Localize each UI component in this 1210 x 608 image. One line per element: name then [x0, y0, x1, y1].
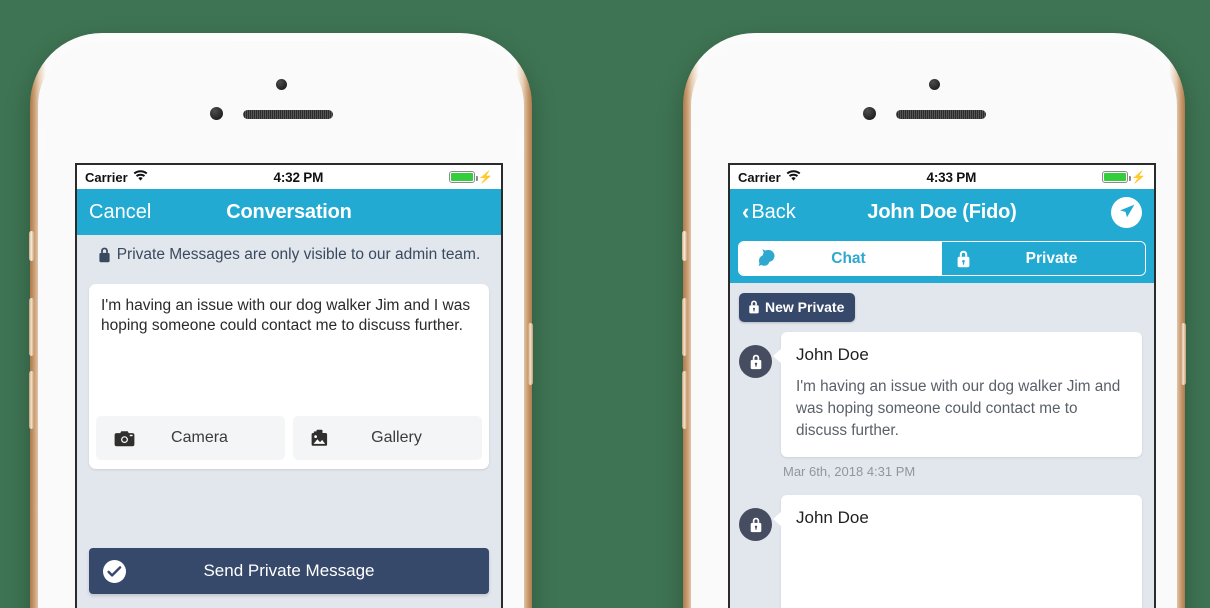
status-bar-left: Carrier 4:32 PM ⚡ — [77, 165, 501, 189]
lock-icon — [750, 517, 761, 532]
avatar — [739, 508, 772, 542]
send-private-message-button[interactable]: Send Private Message — [89, 548, 489, 594]
message-bubble: John Doe I'm having an issue with our do… — [773, 332, 1142, 458]
earpiece-speaker-icon — [243, 110, 333, 119]
volume-up-button[interactable] — [682, 298, 687, 356]
lock-icon — [99, 247, 110, 263]
clock-label: 4:33 PM — [926, 169, 977, 185]
battery-full-icon — [449, 171, 478, 183]
volume-down-button[interactable] — [682, 371, 687, 429]
tab-chat[interactable]: Chat — [739, 242, 942, 275]
send-location-button[interactable] — [1111, 196, 1142, 228]
send-private-message-label: Send Private Message — [203, 561, 375, 580]
cancel-button[interactable]: Cancel — [89, 201, 151, 224]
message-author: John Doe — [796, 508, 869, 528]
navigation-bar-right: ‹ Back John Doe (Fido) — [730, 189, 1154, 235]
lock-icon — [748, 300, 760, 314]
lightning-bolt-icon: ⚡ — [1131, 170, 1146, 184]
paper-plane-icon — [1111, 196, 1142, 228]
gallery-icon — [311, 429, 333, 447]
message-item[interactable]: John Doe I'm having an issue with our do… — [730, 332, 1154, 491]
compose-card: I'm having an issue with our dog walker … — [89, 284, 489, 469]
message-timestamp: Mar 6th, 2018 4:31 PM — [783, 464, 916, 480]
proximity-sensor-icon — [863, 107, 876, 120]
phone-device-left: Carrier 4:32 PM ⚡ Cancel Conversation Pr… — [29, 33, 533, 608]
new-private-button-label: New Private — [765, 299, 845, 315]
back-button[interactable]: ‹ Back — [742, 201, 796, 224]
segmented-control: Chat Private — [738, 241, 1146, 276]
mute-switch[interactable] — [29, 231, 34, 261]
message-bubble: John Doe — [773, 495, 1142, 608]
antenna-band-right — [1169, 129, 1177, 159]
camera-button[interactable]: Camera — [96, 416, 285, 460]
attachment-row: Camera Gallery — [89, 412, 489, 469]
check-circle-icon — [103, 559, 126, 583]
carrier-label: Carrier — [85, 169, 128, 185]
back-button-label: Back — [751, 200, 796, 223]
lock-icon — [956, 250, 971, 268]
clock-label: 4:32 PM — [273, 169, 324, 185]
wifi-icon — [133, 169, 148, 185]
lock-icon — [750, 354, 761, 369]
status-bar-battery-group: ⚡ — [449, 170, 493, 184]
front-camera-icon — [276, 79, 287, 90]
privacy-notice: Private Messages are only visible to our… — [77, 235, 501, 276]
tab-private-label: Private — [1025, 249, 1078, 267]
front-camera-icon — [929, 79, 940, 90]
phone-device-right: Carrier 4:33 PM ⚡ ‹ Back John Doe (Fido)… — [682, 33, 1186, 608]
proximity-sensor-icon — [210, 107, 223, 120]
volume-up-button[interactable] — [29, 298, 34, 356]
message-item[interactable]: John Doe — [730, 495, 1154, 608]
privacy-notice-text: Private Messages are only visible to our… — [116, 246, 481, 263]
carrier-label: Carrier — [738, 169, 781, 185]
chevron-left-icon: ‹ — [742, 199, 750, 224]
power-button[interactable] — [528, 323, 533, 385]
tab-bar: Chat Private — [730, 235, 1154, 283]
mute-switch[interactable] — [682, 231, 687, 261]
cancel-button-label: Cancel — [89, 200, 152, 223]
new-private-button[interactable]: New Private — [739, 293, 856, 322]
phone-body-left: Carrier 4:32 PM ⚡ Cancel Conversation Pr… — [38, 41, 524, 608]
antenna-band-left — [38, 129, 46, 159]
battery-full-icon — [1102, 171, 1131, 183]
message-bubble-wrap: John Doe I'm having an issue with our do… — [773, 332, 1142, 491]
message-author: John Doe — [796, 345, 869, 364]
status-bar-right: Carrier 4:33 PM ⚡ — [730, 165, 1154, 189]
status-bar-battery-group: ⚡ — [1102, 170, 1146, 184]
message-thread[interactable]: New Private John Doe I'm having an issue… — [730, 283, 1154, 608]
volume-down-button[interactable] — [29, 371, 34, 429]
wifi-icon — [786, 169, 801, 185]
tab-private[interactable]: Private — [942, 242, 1145, 275]
screen-right: Carrier 4:33 PM ⚡ ‹ Back John Doe (Fido)… — [728, 163, 1156, 608]
message-bubble-wrap: John Doe — [773, 495, 1142, 608]
power-button[interactable] — [1181, 323, 1186, 385]
message-body: I'm having an issue with our dog walker … — [796, 378, 1121, 440]
message-input[interactable]: I'm having an issue with our dog walker … — [89, 284, 489, 412]
navigation-bar-left: Cancel Conversation — [77, 189, 501, 235]
phone-body-right: Carrier 4:33 PM ⚡ ‹ Back John Doe (Fido)… — [691, 41, 1177, 608]
status-bar-carrier-group: Carrier — [85, 170, 148, 185]
antenna-band-right — [516, 129, 524, 159]
antenna-band-left — [691, 129, 699, 159]
lightning-bolt-icon: ⚡ — [478, 170, 493, 184]
scene: Carrier 4:32 PM ⚡ Cancel Conversation Pr… — [0, 0, 1210, 608]
chat-bubble-icon — [753, 249, 775, 268]
earpiece-speaker-icon — [896, 110, 986, 119]
avatar — [739, 345, 772, 378]
camera-icon — [114, 430, 135, 447]
screen-left: Carrier 4:32 PM ⚡ Cancel Conversation Pr… — [75, 163, 503, 608]
status-bar-carrier-group: Carrier — [738, 170, 801, 185]
gallery-button[interactable]: Gallery — [293, 416, 482, 460]
